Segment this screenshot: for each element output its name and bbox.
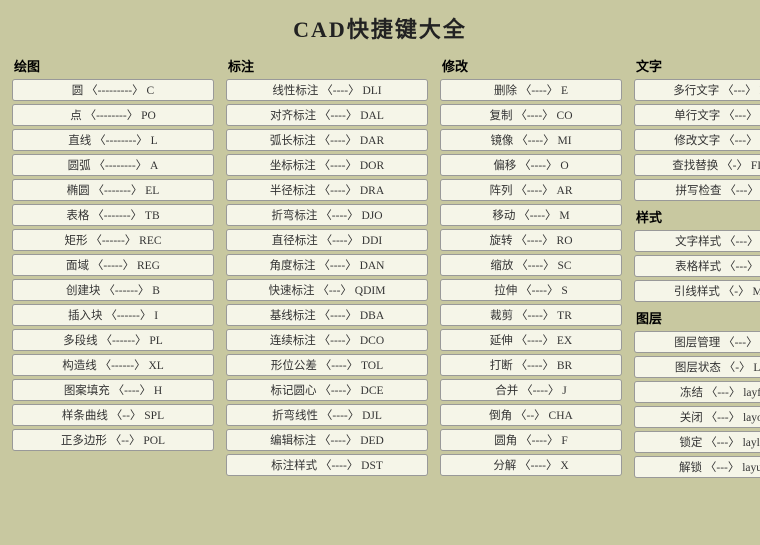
annotation-item[interactable]: 快速标注 〈---〉 QDIM [226,279,428,301]
modify-item[interactable]: 合并 〈----〉 J [440,379,622,401]
annotation-item[interactable]: 折弯标注 〈----〉 DJO [226,204,428,226]
text-item[interactable]: 查找替换 〈-〉 FIND [634,154,760,176]
annotation-item[interactable]: 基线标注 〈----〉 DBA [226,304,428,326]
modify-item[interactable]: 删除 〈----〉 E [440,79,622,101]
annotation-item[interactable]: 弧长标注 〈----〉 DAR [226,129,428,151]
modify-item[interactable]: 偏移 〈----〉 O [440,154,622,176]
text-item[interactable]: 单行文字 〈---〉 DT [634,104,760,126]
annotation-item[interactable]: 编辑标注 〈----〉 DED [226,429,428,451]
text-item[interactable]: 修改文字 〈---〉 ED [634,129,760,151]
drawing-item[interactable]: 表格 〈-------〉 TB [12,204,214,226]
section-modify-title: 修改 [440,56,622,75]
drawing-item[interactable]: 多段线 〈------〉 PL [12,329,214,351]
drawing-items: 圆 〈---------〉 C 点 〈--------〉 PO 直线 〈------… [12,79,214,451]
text-item[interactable]: 多行文字 〈---〉 MT [634,79,760,101]
style-item[interactable]: 文字样式 〈---〉 ST [634,230,760,252]
modify-item[interactable]: 阵列 〈----〉 AR [440,179,622,201]
layer-item[interactable]: 解锁 〈---〉 layulk [634,456,760,478]
text-items: 多行文字 〈---〉 MT 单行文字 〈---〉 DT 修改文字 〈---〉 ED 查… [634,79,760,201]
drawing-item[interactable]: 样条曲线 〈--〉 SPL [12,404,214,426]
drawing-item[interactable]: 插入块 〈------〉 I [12,304,214,326]
layer-item[interactable]: 关闭 〈---〉 layoff [634,406,760,428]
section-annotation: 标注 线性标注 〈----〉 DLI 对齐标注 〈----〉 DAL 弧长标注 〈-… [222,52,432,485]
modify-item[interactable]: 延伸 〈----〉 EX [440,329,622,351]
layer-item[interactable]: 图层状态 〈-〉 LAS [634,356,760,378]
page-title: CAD快捷键大全 [0,0,760,52]
layer-items: 图层管理 〈---〉 LA 图层状态 〈-〉 LAS 冻结 〈---〉 layfrz… [634,331,760,478]
section-text-title: 文字 [634,56,760,75]
style-items: 文字样式 〈---〉 ST 表格样式 〈---〉 TS 引线样式 〈-〉 MLS [634,230,760,302]
section-layer-title: 图层 [634,308,760,327]
modify-item[interactable]: 镜像 〈----〉 MI [440,129,622,151]
annotation-item[interactable]: 折弯线性 〈----〉 DJL [226,404,428,426]
annotation-item[interactable]: 角度标注 〈----〉 DAN [226,254,428,276]
drawing-item[interactable]: 圆弧 〈--------〉 A [12,154,214,176]
modify-item[interactable]: 移动 〈----〉 M [440,204,622,226]
drawing-item[interactable]: 构造线 〈------〉 XL [12,354,214,376]
modify-item[interactable]: 缩放 〈----〉 SC [440,254,622,276]
drawing-item[interactable]: 图案填充 〈----〉 H [12,379,214,401]
style-item[interactable]: 表格样式 〈---〉 TS [634,255,760,277]
layer-item[interactable]: 锁定 〈---〉 laylck [634,431,760,453]
section-modify: 修改 删除 〈----〉 E 复制 〈----〉 CO 镜像 〈----〉 MI 偏移… [436,52,626,485]
layer-item[interactable]: 图层管理 〈---〉 LA [634,331,760,353]
drawing-item[interactable]: 点 〈--------〉 PO [12,104,214,126]
modify-item[interactable]: 分解 〈----〉 X [440,454,622,476]
drawing-item[interactable]: 创建块 〈------〉 B [12,279,214,301]
drawing-item[interactable]: 直线 〈--------〉 L [12,129,214,151]
modify-item[interactable]: 拉伸 〈----〉 S [440,279,622,301]
annotation-item[interactable]: 线性标注 〈----〉 DLI [226,79,428,101]
layer-item[interactable]: 冻结 〈---〉 layfrz [634,381,760,403]
modify-item[interactable]: 裁剪 〈----〉 TR [440,304,622,326]
modify-items: 删除 〈----〉 E 复制 〈----〉 CO 镜像 〈----〉 MI 偏移 〈-… [440,79,622,476]
section-drawing: 绘图 圆 〈---------〉 C 点 〈--------〉 PO 直线 〈---… [8,52,218,485]
main-grid: 绘图 圆 〈---------〉 C 点 〈--------〉 PO 直线 〈---… [0,52,760,493]
annotation-item[interactable]: 连续标注 〈----〉 DCO [226,329,428,351]
annotation-items: 线性标注 〈----〉 DLI 对齐标注 〈----〉 DAL 弧长标注 〈----… [226,79,428,476]
section-annotation-title: 标注 [226,56,428,75]
annotation-item[interactable]: 标注样式 〈----〉 DST [226,454,428,476]
annotation-item[interactable]: 形位公差 〈----〉 TOL [226,354,428,376]
modify-item[interactable]: 打断 〈----〉 BR [440,354,622,376]
annotation-item[interactable]: 坐标标注 〈----〉 DOR [226,154,428,176]
section-drawing-title: 绘图 [12,56,214,75]
section-style-title: 样式 [634,207,760,226]
modify-item[interactable]: 倒角 〈--〉 CHA [440,404,622,426]
annotation-item[interactable]: 直径标注 〈----〉 DDI [226,229,428,251]
modify-item[interactable]: 旋转 〈----〉 RO [440,229,622,251]
modify-item[interactable]: 复制 〈----〉 CO [440,104,622,126]
drawing-item[interactable]: 面域 〈-----〉 REG [12,254,214,276]
drawing-item[interactable]: 矩形 〈------〉 REC [12,229,214,251]
text-item[interactable]: 拼写检查 〈---〉 SF [634,179,760,201]
drawing-item[interactable]: 椭圆 〈-------〉 EL [12,179,214,201]
modify-item[interactable]: 圆角 〈----〉 F [440,429,622,451]
annotation-item[interactable]: 半径标注 〈----〉 DRA [226,179,428,201]
style-item[interactable]: 引线样式 〈-〉 MLS [634,280,760,302]
drawing-item[interactable]: 圆 〈---------〉 C [12,79,214,101]
section-right: 文字 多行文字 〈---〉 MT 单行文字 〈---〉 DT 修改文字 〈---〉 … [630,52,760,485]
drawing-item[interactable]: 正多边形 〈--〉 POL [12,429,214,451]
annotation-item[interactable]: 标记圆心 〈----〉 DCE [226,379,428,401]
annotation-item[interactable]: 对齐标注 〈----〉 DAL [226,104,428,126]
